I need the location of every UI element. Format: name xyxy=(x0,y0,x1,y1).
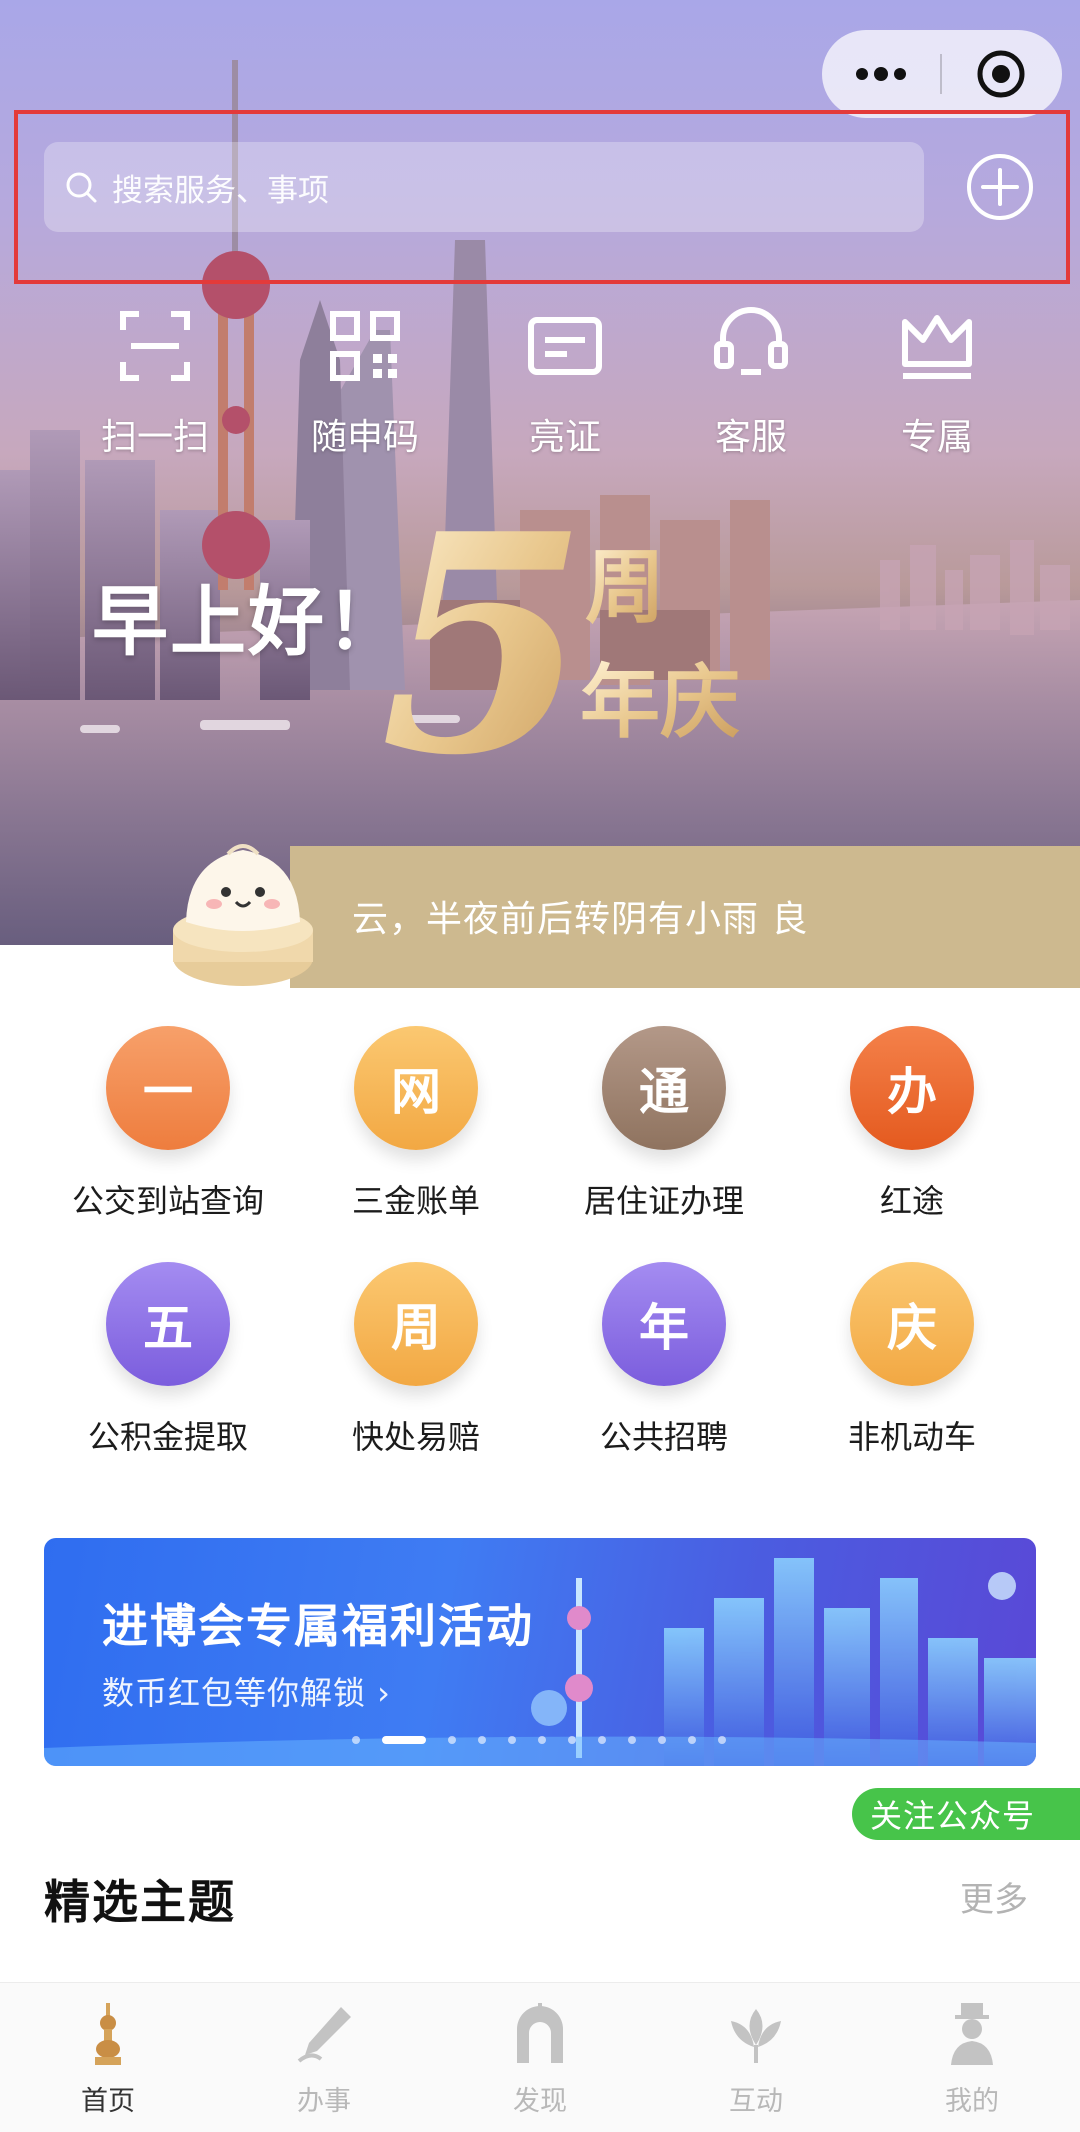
plus-circle-icon[interactable] xyxy=(965,152,1035,222)
bun-mascot-icon xyxy=(173,844,313,986)
search-input[interactable]: 搜索服务、事项 xyxy=(44,142,924,232)
quick-action-label: 亮证 xyxy=(528,417,601,458)
target-icon[interactable] xyxy=(942,30,1060,118)
anniversary-text-2: 年庆 xyxy=(580,656,740,749)
search-icon xyxy=(66,172,97,203)
service-label: 居住证办理 xyxy=(583,1182,744,1220)
greeting-text: 早上好！ xyxy=(92,577,404,666)
quick-actions: 扫一扫 随申码 亮证 客服 专属 xyxy=(0,306,1080,476)
service-label: 三金账单 xyxy=(351,1182,480,1220)
carousel-dot[interactable] xyxy=(718,1736,726,1744)
service-badge: 庆 xyxy=(850,1262,974,1386)
carousel-dot[interactable] xyxy=(598,1736,606,1744)
arch-icon xyxy=(517,2003,563,2063)
service-badge: 五 xyxy=(106,1262,230,1386)
service-non-motor-vehicle[interactable]: 庆 非机动车 xyxy=(788,1262,1036,1458)
quick-action-qr[interactable]: 随申码 xyxy=(290,306,440,460)
service-label: 非机动车 xyxy=(847,1418,976,1456)
quick-action-label: 专属 xyxy=(900,417,973,458)
service-badge: 通 xyxy=(602,1026,726,1150)
quick-action-card[interactable]: 亮证 xyxy=(490,306,640,460)
carousel-dot[interactable] xyxy=(538,1736,546,1744)
pen-icon xyxy=(297,2007,351,2063)
service-badge: 一 xyxy=(106,1026,230,1150)
anniversary-numeral: 5 xyxy=(380,480,589,790)
service-sanjin-bill[interactable]: 网 三金账单 xyxy=(292,1026,540,1222)
service-quick-claim[interactable]: 周 快处易赔 xyxy=(292,1262,540,1458)
flower-icon xyxy=(731,2009,781,2063)
carousel-dot[interactable] xyxy=(352,1736,360,1744)
carousel-dot-active[interactable] xyxy=(382,1736,426,1744)
follow-official-account-button[interactable]: 关注公众号 xyxy=(852,1788,1080,1840)
more-dots-icon[interactable] xyxy=(822,30,940,118)
tab-label: 办事 xyxy=(297,2086,351,2117)
tab-home[interactable]: 首页 xyxy=(28,2001,188,2118)
carousel-dot[interactable] xyxy=(508,1736,516,1744)
quick-action-scan[interactable]: 扫一扫 xyxy=(80,306,230,460)
service-label: 公积金提取 xyxy=(87,1418,248,1456)
promo-banner[interactable]: 进博会专属福利活动 数币红包等你解锁 › xyxy=(44,1538,1036,1766)
qr-code-icon xyxy=(330,311,400,381)
carousel-dot[interactable] xyxy=(658,1736,666,1744)
service-bus-query[interactable]: 一 公交到站查询 xyxy=(44,1026,292,1222)
quick-action-label: 客服 xyxy=(714,417,787,458)
tab-mine[interactable]: 我的 xyxy=(892,2001,1052,2118)
service-badge: 周 xyxy=(354,1262,478,1386)
service-hongtu[interactable]: 办 红途 xyxy=(788,1026,1036,1222)
weather-strip[interactable]: 云，半夜前后转阴有小雨 良 xyxy=(290,846,1080,988)
service-label: 公交到站查询 xyxy=(71,1182,264,1220)
service-label: 红途 xyxy=(879,1182,944,1220)
tab-label: 我的 xyxy=(945,2086,999,2117)
service-badge: 网 xyxy=(354,1026,478,1150)
carousel-dot[interactable] xyxy=(478,1736,486,1744)
carousel-dots xyxy=(352,1736,748,1744)
carousel-dot[interactable] xyxy=(628,1736,636,1744)
quick-action-label: 扫一扫 xyxy=(100,417,209,458)
tab-services[interactable]: 办事 xyxy=(244,2001,404,2118)
banner-subtitle: 数币红包等你解锁 › xyxy=(102,1674,391,1712)
banner-title: 进博会专属福利活动 xyxy=(102,1599,534,1653)
service-public-recruitment[interactable]: 年 公共招聘 xyxy=(540,1262,788,1458)
crown-icon xyxy=(902,315,972,379)
anniversary-text-1: 周 xyxy=(585,541,665,634)
card-icon xyxy=(528,317,602,375)
tab-label: 首页 xyxy=(81,2086,135,2117)
hero-banner: 搜索服务、事项 扫一扫 随申码 亮证 客服 专属 早上好！ 5 周 年庆 xyxy=(0,0,1080,945)
service-label: 快处易赔 xyxy=(351,1418,480,1456)
service-label: 公共招聘 xyxy=(599,1418,728,1456)
section-more-link[interactable]: 更多 xyxy=(960,1872,1028,1921)
tab-interact[interactable]: 互动 xyxy=(676,2001,836,2118)
person-icon xyxy=(951,2003,993,2065)
mini-program-capsule xyxy=(822,30,1062,118)
carousel-dot[interactable] xyxy=(448,1736,456,1744)
quick-action-exclusive[interactable]: 专属 xyxy=(862,306,1012,460)
quick-action-label: 随申码 xyxy=(310,417,419,458)
tab-label: 互动 xyxy=(729,2086,783,2117)
pagoda-icon xyxy=(95,2003,121,2065)
weather-text: 云，半夜前后转阴有小雨 良 xyxy=(352,899,809,940)
service-provident-fund[interactable]: 五 公积金提取 xyxy=(44,1262,292,1458)
carousel-dot[interactable] xyxy=(688,1736,696,1744)
search-placeholder: 搜索服务、事项 xyxy=(112,172,329,209)
service-residence-permit[interactable]: 通 居住证办理 xyxy=(540,1026,788,1222)
tab-label: 发现 xyxy=(513,2086,567,2117)
carousel-dot[interactable] xyxy=(568,1736,576,1744)
quick-action-service[interactable]: 客服 xyxy=(676,306,826,460)
service-badge: 办 xyxy=(850,1026,974,1150)
bottom-tab-bar: 首页 办事 发现 互动 我的 xyxy=(0,1982,1080,2132)
tab-discover[interactable]: 发现 xyxy=(460,2001,620,2118)
scan-icon xyxy=(120,311,190,381)
anniversary-logo: 5 周 年庆 xyxy=(380,480,740,790)
headset-icon xyxy=(714,307,788,375)
section-title: 精选主题 xyxy=(44,1875,236,1929)
service-badge: 年 xyxy=(602,1262,726,1386)
